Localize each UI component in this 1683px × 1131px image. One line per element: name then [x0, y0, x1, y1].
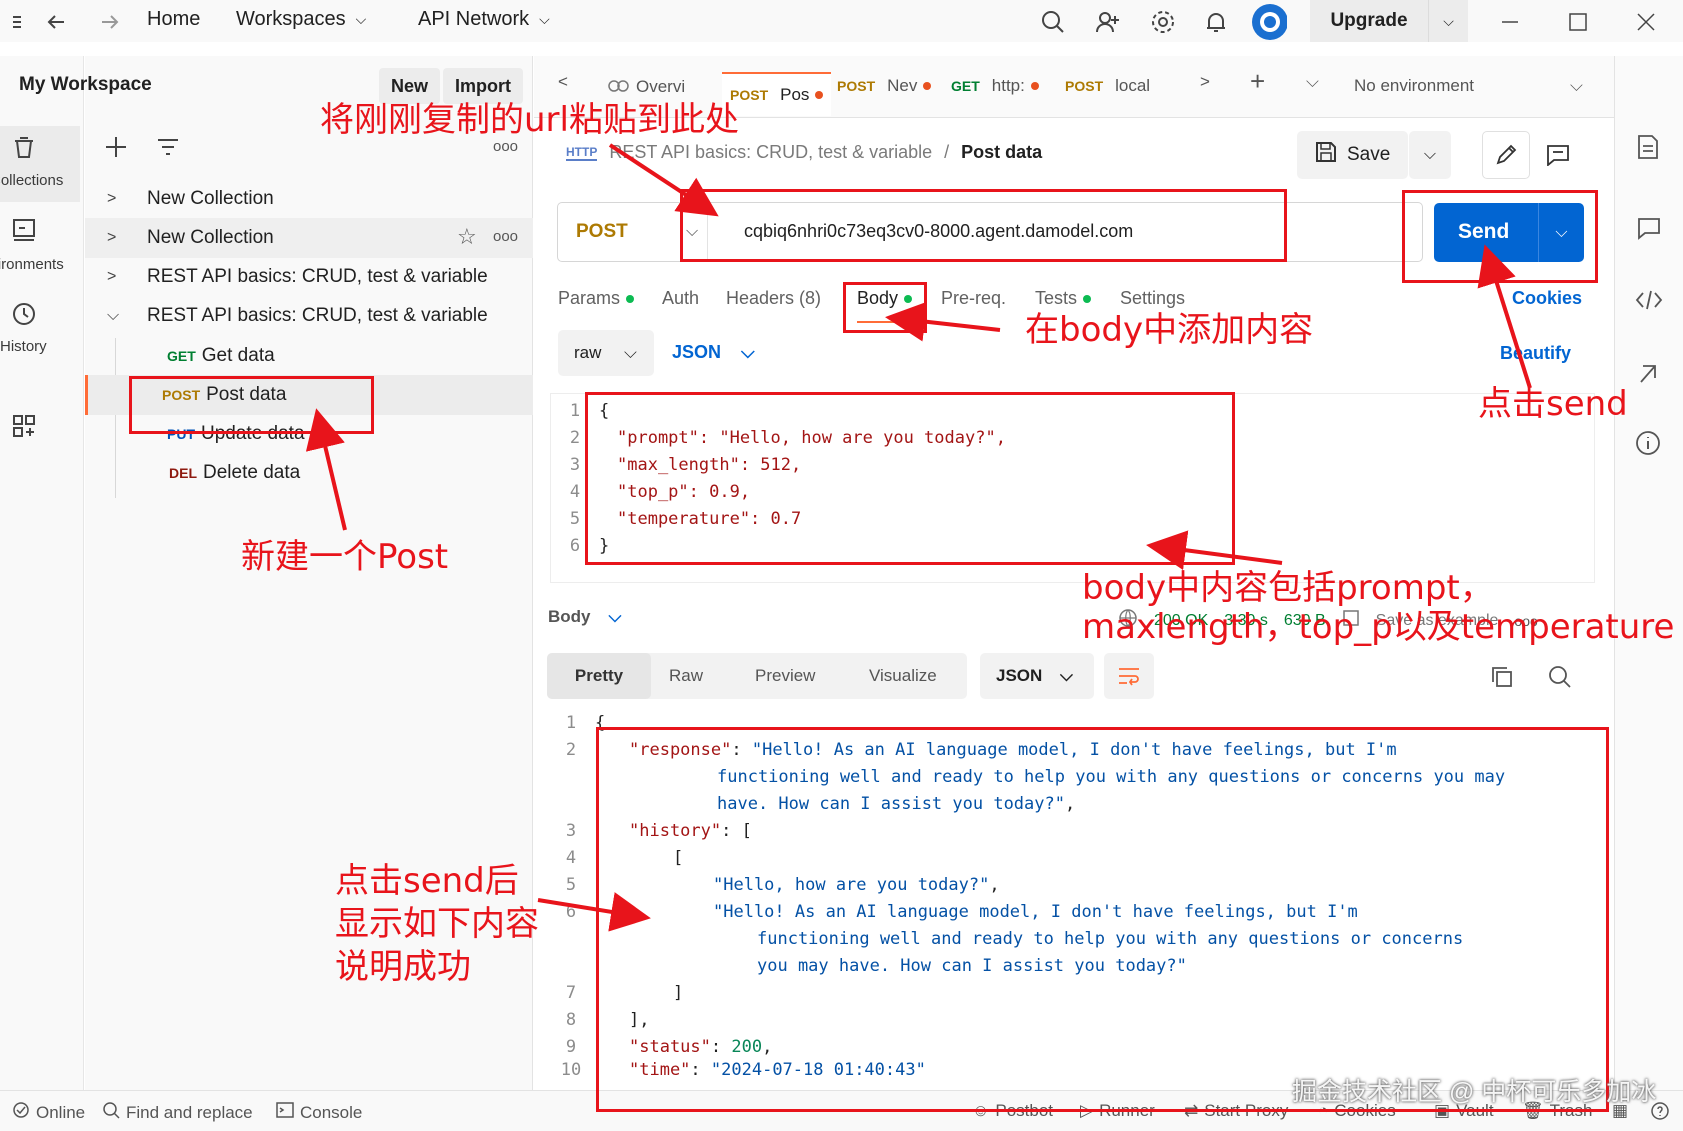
annotation-body-contents-line2: maxlength，top_p以及temperature [1082, 607, 1675, 647]
annotation-new-post: 新建一个Post [241, 537, 449, 577]
annotation-add-body: 在body中添加内容 [1025, 310, 1314, 350]
watermark: 掘金技术社区 @ 中杯可乐多加冰 [1292, 1078, 1657, 1106]
annotation-success-line1: 点击send后 [335, 861, 519, 901]
postman-window: Home Workspaces ⌵ API Network ⌵ Upgrade ⌵ [0, 0, 1683, 1131]
annotation-paste-url: 将刚刚复制的url粘贴到此处 [320, 100, 739, 140]
annotation-body-contents-line1: body中内容包括prompt， [1082, 568, 1494, 608]
annotation-success-line2: 显示如下内容 [335, 904, 539, 944]
annotation-click-send: 点击send [1478, 384, 1628, 424]
annotation-success-line3: 说明成功 [335, 947, 471, 987]
